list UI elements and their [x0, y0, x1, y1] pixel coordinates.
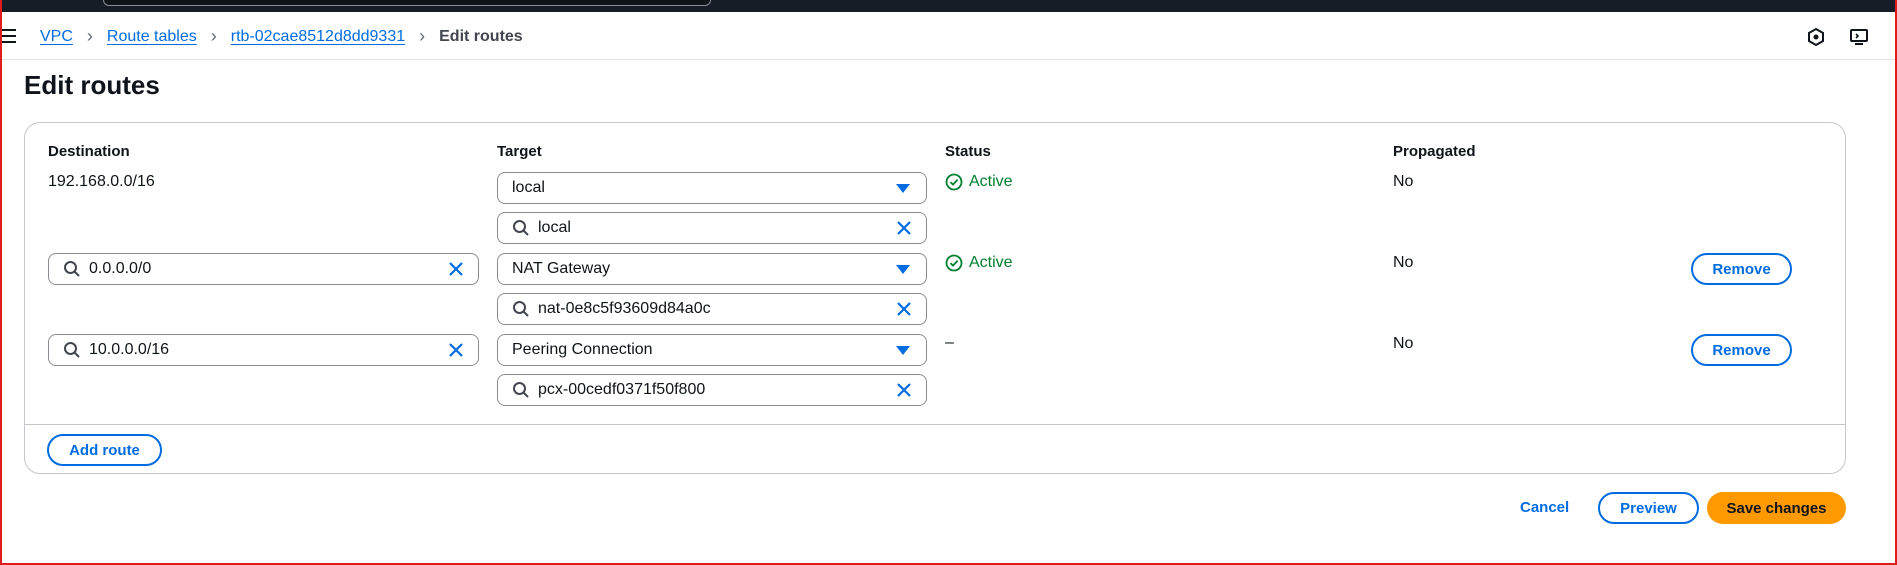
clear-icon[interactable]: [448, 342, 464, 358]
target-search-value: local: [538, 219, 571, 236]
status-empty: –: [945, 334, 954, 351]
clear-icon[interactable]: [896, 382, 912, 398]
status-success-icon: [945, 173, 963, 191]
destination-input-value: 10.0.0.0/16: [89, 341, 170, 358]
target-search-value: pcx-00cedf0371f50f800: [538, 381, 706, 398]
target-type-value: local: [512, 179, 545, 196]
chevron-right-icon: ›: [210, 26, 217, 46]
status-success-icon: [945, 254, 963, 272]
clear-icon[interactable]: [896, 301, 912, 317]
breadcrumb-route-table-id[interactable]: rtb-02cae8512d8dd9331: [231, 28, 405, 46]
status-indicator: Active: [945, 173, 1013, 191]
column-header-destination: Destination: [48, 143, 130, 160]
column-header-propagated: Propagated: [1393, 143, 1476, 160]
caret-down-icon: [896, 264, 910, 274]
panel-divider: [25, 424, 1845, 425]
caret-down-icon: [896, 345, 910, 355]
caret-down-icon: [896, 183, 910, 193]
column-header-target: Target: [497, 143, 542, 160]
status-text: Active: [969, 173, 1013, 190]
target-type-select[interactable]: NAT Gateway: [497, 253, 927, 285]
routes-panel: Destination Target Status Propagated 192…: [24, 122, 1846, 474]
target-search-input[interactable]: pcx-00cedf0371f50f800: [497, 374, 927, 406]
breadcrumb-vpc[interactable]: VPC: [40, 28, 73, 46]
search-icon: [64, 342, 80, 358]
target-search-input[interactable]: nat-0e8c5f93609d84a0c: [497, 293, 927, 325]
target-search-value: nat-0e8c5f93609d84a0c: [538, 300, 711, 317]
target-search-input[interactable]: local: [497, 212, 927, 244]
target-type-select[interactable]: local: [497, 172, 927, 204]
column-header-status: Status: [945, 143, 991, 160]
destination-input[interactable]: 10.0.0.0/16: [48, 334, 479, 366]
target-type-value: NAT Gateway: [512, 260, 611, 277]
remove-route-button[interactable]: Remove: [1691, 253, 1792, 285]
propagated-value: No: [1393, 335, 1414, 352]
chevron-right-icon: ›: [86, 26, 93, 46]
menu-icon[interactable]: [0, 29, 16, 43]
propagated-value: No: [1393, 173, 1414, 190]
add-route-button[interactable]: Add route: [47, 434, 162, 466]
search-icon: [513, 382, 529, 398]
destination-value: 192.168.0.0/16: [48, 173, 155, 190]
status-text: Active: [969, 254, 1013, 271]
clear-icon[interactable]: [896, 220, 912, 236]
top-navigation-bar: [0, 0, 1897, 12]
breadcrumb-current: Edit routes: [439, 27, 523, 45]
cancel-button[interactable]: Cancel: [1520, 499, 1569, 516]
status-indicator: Active: [945, 254, 1013, 272]
search-icon: [64, 261, 80, 277]
clear-icon[interactable]: [448, 261, 464, 277]
breadcrumb: VPC › Route tables › rtb-02cae8512d8dd93…: [40, 26, 523, 47]
cloudshell-icon[interactable]: [1806, 27, 1826, 47]
destination-input[interactable]: 0.0.0.0/0: [48, 253, 479, 285]
preview-button[interactable]: Preview: [1598, 492, 1699, 524]
global-search-box[interactable]: [103, 0, 711, 6]
breadcrumb-bar: VPC › Route tables › rtb-02cae8512d8dd93…: [0, 12, 1897, 60]
chevron-right-icon: ›: [419, 26, 426, 46]
page-title: Edit routes: [24, 70, 160, 100]
target-type-select[interactable]: Peering Connection: [497, 334, 927, 366]
breadcrumb-route-tables[interactable]: Route tables: [107, 28, 197, 46]
remove-route-button[interactable]: Remove: [1691, 334, 1792, 366]
search-icon: [513, 301, 529, 317]
target-type-value: Peering Connection: [512, 341, 653, 358]
save-changes-button[interactable]: Save changes: [1707, 492, 1846, 524]
propagated-value: No: [1393, 254, 1414, 271]
notifications-icon[interactable]: [1849, 27, 1869, 47]
destination-input-value: 0.0.0.0/0: [89, 260, 152, 277]
search-icon: [513, 220, 529, 236]
